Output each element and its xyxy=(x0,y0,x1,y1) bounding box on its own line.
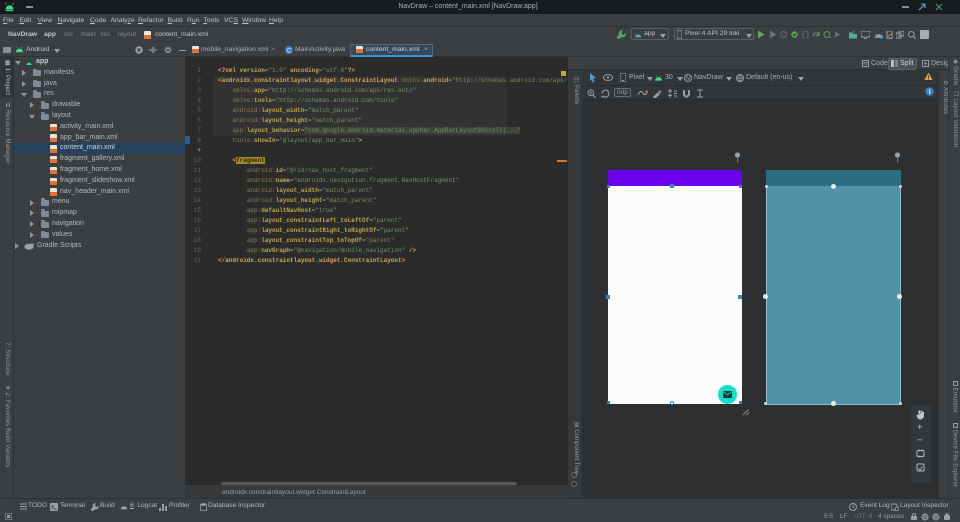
svg-text:N: N xyxy=(686,76,690,82)
svg-text:C: C xyxy=(287,48,292,54)
